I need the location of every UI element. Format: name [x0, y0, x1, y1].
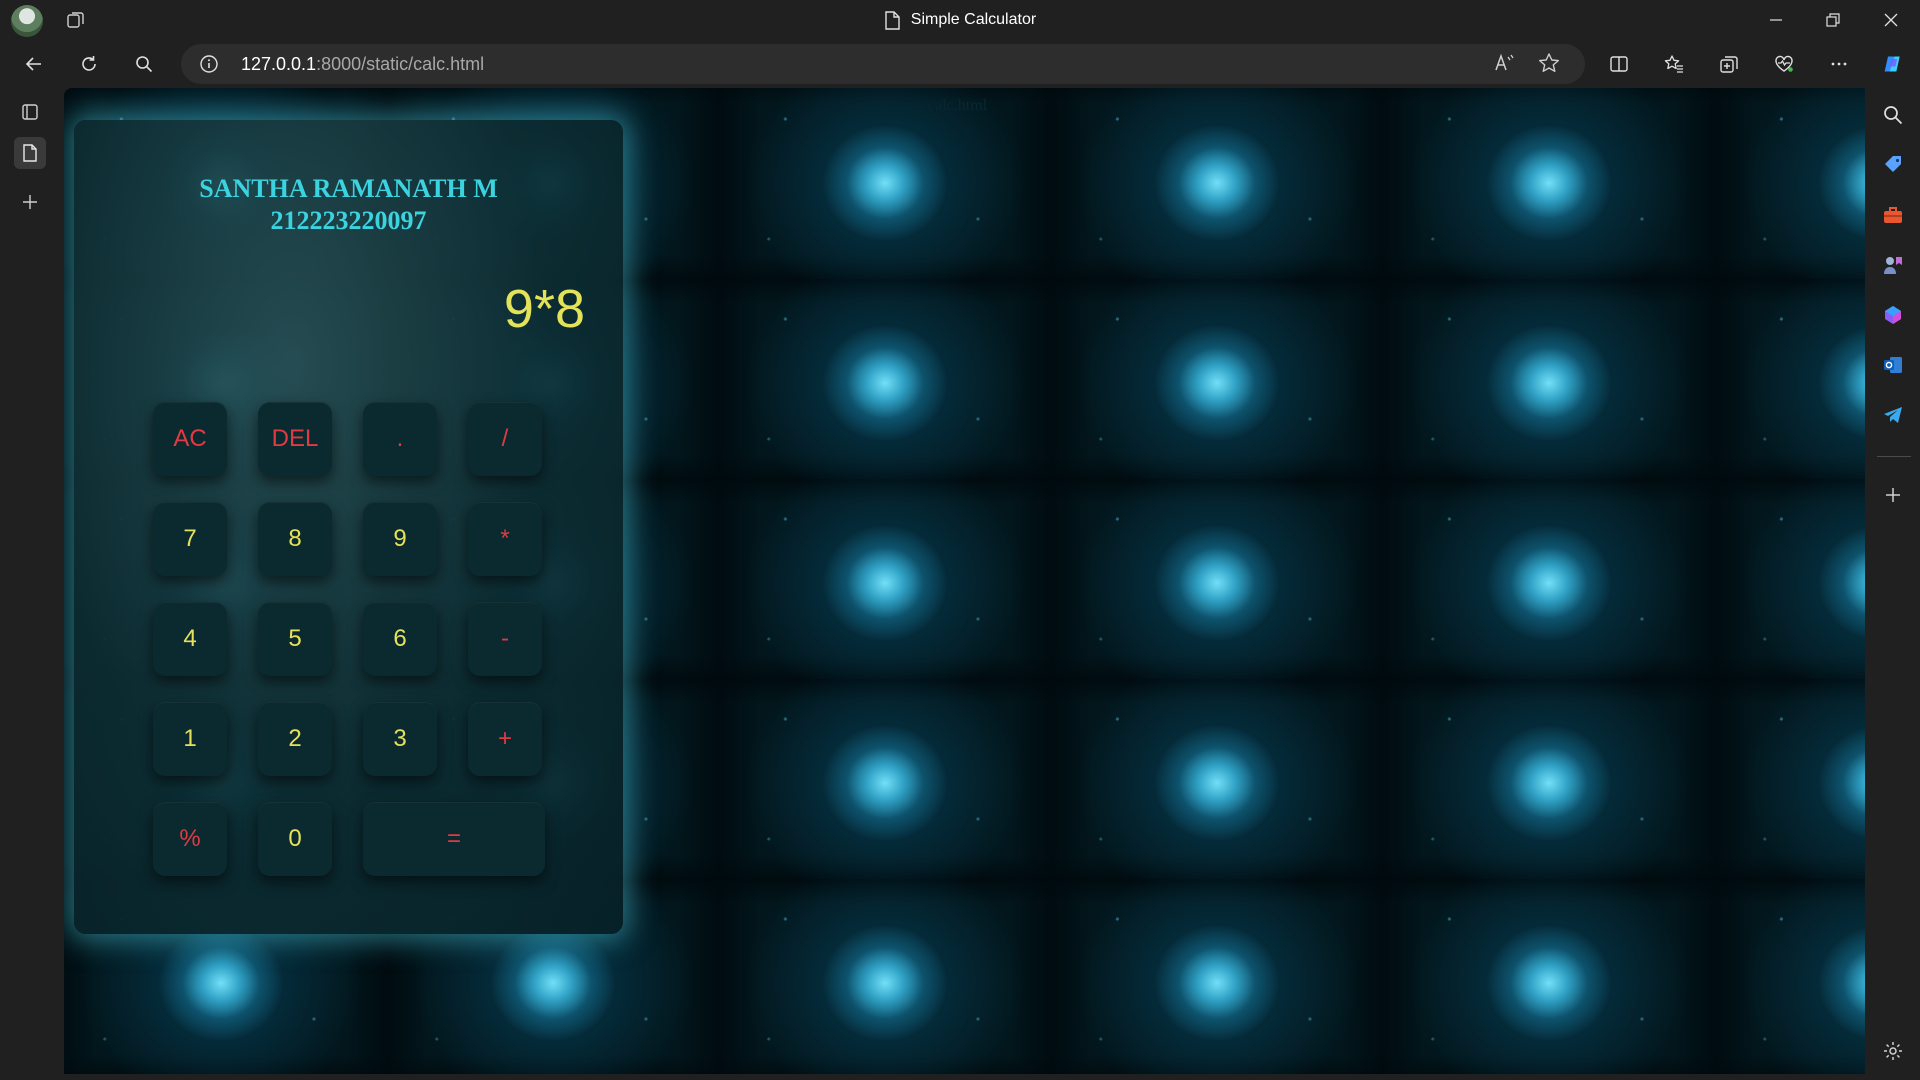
profile-avatar[interactable]: [11, 5, 43, 37]
vertical-tabs-bar: [0, 88, 62, 1080]
new-tab-button[interactable]: [14, 186, 46, 218]
key-7[interactable]: 7: [153, 502, 227, 576]
sidebar-divider: [1877, 456, 1911, 457]
restore-button[interactable]: [1806, 0, 1860, 40]
games-icon: [1884, 257, 1902, 274]
read-aloud-icon[interactable]: [1493, 52, 1517, 76]
shopping-icon: [1885, 156, 1901, 172]
favorites-icon: [1664, 55, 1683, 73]
calculator-display: 9*8: [503, 279, 585, 339]
collections-icon: [1720, 56, 1738, 73]
key-equals[interactable]: =: [363, 802, 545, 876]
key-delete[interactable]: DEL: [258, 402, 332, 476]
author-register-number: 212223220097: [270, 206, 427, 235]
add-sidebar-app-icon: [1886, 488, 1900, 502]
shopping-button[interactable]: [1880, 152, 1906, 178]
browser-essentials-icon: [1775, 55, 1793, 72]
settings-button[interactable]: [1880, 1038, 1906, 1064]
tools-icon: [1884, 207, 1902, 223]
key-1[interactable]: 1: [153, 702, 227, 776]
author-name: SANTHA RAMANATH M: [199, 174, 498, 203]
key-decimal[interactable]: .: [363, 402, 437, 476]
key-9[interactable]: 9: [363, 502, 437, 576]
title-bar: Simple Calculator: [0, 0, 1920, 40]
minimize-button[interactable]: [1749, 0, 1803, 40]
site-info-icon[interactable]: [199, 54, 219, 74]
new-tab-icon: [23, 195, 37, 209]
calculator-panel: SANTHA RAMANATH M 212223220097 9*8 AC DE…: [74, 120, 623, 934]
add-sidebar-app-button[interactable]: [1880, 482, 1906, 508]
copilot-icon: [1884, 56, 1900, 72]
refresh-button[interactable]: [73, 48, 105, 80]
microsoft365-button[interactable]: [1880, 302, 1906, 328]
key-percent[interactable]: %: [153, 802, 227, 876]
page-icon: [885, 10, 900, 30]
key-3[interactable]: 3: [363, 702, 437, 776]
close-button[interactable]: [1864, 0, 1918, 40]
search-icon: [136, 56, 153, 73]
key-4[interactable]: 4: [153, 602, 227, 676]
back-icon: [25, 57, 41, 71]
key-divide[interactable]: /: [468, 402, 542, 476]
key-multiply[interactable]: *: [468, 502, 542, 576]
collections-button[interactable]: [1713, 48, 1745, 80]
restore-icon: [1826, 13, 1840, 27]
key-5[interactable]: 5: [258, 602, 332, 676]
url-host: 127.0.0.1: [241, 54, 317, 74]
outlook-icon: [1884, 357, 1902, 373]
tab-actions-icon: [22, 104, 38, 120]
key-subtract[interactable]: -: [468, 602, 542, 676]
key-clear-all[interactable]: AC: [153, 402, 227, 476]
url-path: :8000/static/calc.html: [316, 54, 485, 74]
edge-sidebar: [1866, 88, 1920, 1080]
close-icon: [1884, 13, 1898, 27]
sidebar-search-icon: [1884, 106, 1903, 125]
settings-icon: [1884, 1042, 1902, 1060]
vertical-tab-calc[interactable]: [14, 137, 46, 169]
minimize-icon: [1770, 19, 1782, 21]
split-screen-icon: [1610, 56, 1628, 72]
back-button[interactable]: [18, 48, 50, 80]
more-icon: [1831, 62, 1847, 66]
favorite-star-icon[interactable]: [1538, 52, 1562, 76]
telegram-button[interactable]: [1880, 402, 1906, 428]
key-0[interactable]: 0: [258, 802, 332, 876]
page-heading-text: calc.html: [928, 97, 988, 114]
favorites-button[interactable]: [1658, 48, 1690, 80]
refresh-icon: [82, 56, 96, 71]
workspaces-icon[interactable]: [66, 10, 86, 30]
tab-actions-button[interactable]: [14, 96, 46, 128]
copilot-button[interactable]: [1877, 48, 1909, 80]
microsoft365-icon: [1885, 306, 1901, 324]
key-2[interactable]: 2: [258, 702, 332, 776]
telegram-icon: [1884, 407, 1902, 423]
window-title: Simple Calculator: [910, 11, 1037, 28]
browser-toolbar: 127.0.0.1:8000/static/calc.html: [0, 40, 1920, 88]
page-viewport: calc.html SANTHA RAMANATH M 212223220097…: [64, 88, 1865, 1074]
key-8[interactable]: 8: [258, 502, 332, 576]
address-bar[interactable]: 127.0.0.1:8000/static/calc.html: [181, 44, 1585, 84]
more-button[interactable]: [1823, 48, 1855, 80]
key-6[interactable]: 6: [363, 602, 437, 676]
games-button[interactable]: [1880, 252, 1906, 278]
browser-essentials-button[interactable]: [1768, 48, 1800, 80]
search-button[interactable]: [128, 48, 160, 80]
key-add[interactable]: +: [468, 702, 542, 776]
outlook-button[interactable]: [1880, 352, 1906, 378]
split-screen-button[interactable]: [1603, 48, 1635, 80]
url-text[interactable]: 127.0.0.1:8000/static/calc.html: [241, 44, 484, 84]
tools-button[interactable]: [1880, 202, 1906, 228]
vertical-tab-page-icon: [23, 144, 37, 162]
sidebar-search-button[interactable]: [1880, 102, 1906, 128]
